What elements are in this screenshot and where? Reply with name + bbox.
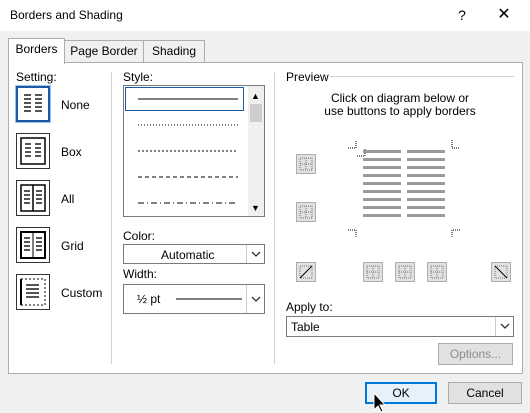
style-selected-item[interactable]: [125, 87, 244, 111]
scroll-down-icon[interactable]: ▼: [251, 203, 260, 213]
width-value: ½ pt: [137, 292, 161, 306]
divider: [111, 72, 112, 364]
setting-all[interactable]: All: [16, 180, 106, 220]
setting-custom-icon: [16, 274, 50, 310]
tab-shading[interactable]: Shading: [143, 40, 205, 63]
cancel-button[interactable]: Cancel: [448, 382, 522, 404]
border-inside-vertical-icon: [398, 265, 412, 279]
preview-instructions: Click on diagram below or: [330, 91, 470, 105]
setting-box[interactable]: Box: [16, 133, 106, 173]
divider: [274, 72, 275, 364]
close-button[interactable]: ✕: [494, 5, 514, 25]
width-line-sample: [176, 298, 242, 300]
tab-borders[interactable]: Borders: [8, 38, 65, 64]
setting-none[interactable]: None: [15, 85, 106, 126]
chevron-down-icon[interactable]: [246, 285, 264, 313]
chevron-down-icon[interactable]: [495, 317, 513, 336]
left-border-button[interactable]: [363, 262, 383, 282]
setting-box-label: Box: [61, 145, 82, 159]
apply-to-value: Table: [291, 320, 320, 334]
window-title: Borders and Shading: [10, 8, 123, 22]
preview-instructions: use buttons to apply borders: [324, 104, 476, 118]
color-value: Automatic: [161, 248, 215, 262]
help-button[interactable]: ?: [452, 5, 472, 25]
preview-corner-marks: [348, 140, 460, 238]
preview-label: Preview: [286, 70, 329, 84]
setting-custom-label: Custom: [61, 286, 103, 300]
inside-vertical-border-button[interactable]: [395, 262, 415, 282]
border-left-icon: [366, 265, 380, 279]
mouse-cursor-icon: [373, 392, 387, 413]
apply-to-label: Apply to:: [286, 300, 333, 314]
setting-custom[interactable]: Custom: [16, 274, 106, 314]
diagonal-down-icon: [494, 265, 508, 279]
style-label: Style:: [123, 70, 154, 84]
setting-grid[interactable]: Grid: [16, 227, 106, 267]
setting-none-label: None: [61, 98, 90, 112]
style-scrollbar[interactable]: ▲ ▼: [248, 86, 264, 216]
setting-none-icon: [15, 85, 51, 123]
setting-grid-icon: [16, 227, 50, 263]
scroll-up-icon[interactable]: ▲: [251, 91, 260, 101]
chevron-down-icon[interactable]: [246, 245, 264, 263]
options-button[interactable]: Options...: [438, 343, 513, 365]
width-label: Width:: [123, 267, 158, 281]
right-border-button[interactable]: [427, 262, 447, 282]
setting-label: Setting:: [16, 70, 57, 84]
border-right-icon: [430, 265, 444, 279]
apply-to-dropdown[interactable]: Table: [286, 316, 514, 337]
top-border-button[interactable]: [296, 154, 316, 174]
diagonal-up-icon: [299, 265, 313, 279]
diagonal-down-border-button[interactable]: [296, 262, 316, 282]
width-dropdown[interactable]: ½ pt: [123, 284, 265, 314]
color-dropdown[interactable]: Automatic: [123, 244, 265, 264]
setting-grid-label: Grid: [61, 239, 84, 253]
color-label: Color:: [123, 229, 156, 243]
scroll-thumb[interactable]: [250, 104, 262, 122]
setting-all-label: All: [61, 192, 75, 206]
divider: [330, 76, 514, 77]
setting-box-icon: [16, 133, 50, 169]
border-top-icon: [299, 157, 313, 171]
diagonal-up-border-button[interactable]: [491, 262, 511, 282]
bottom-border-button[interactable]: [296, 202, 316, 222]
border-bottom-icon: [299, 205, 313, 219]
tab-page-border[interactable]: Page Border: [63, 40, 145, 63]
setting-all-icon: [16, 180, 50, 216]
